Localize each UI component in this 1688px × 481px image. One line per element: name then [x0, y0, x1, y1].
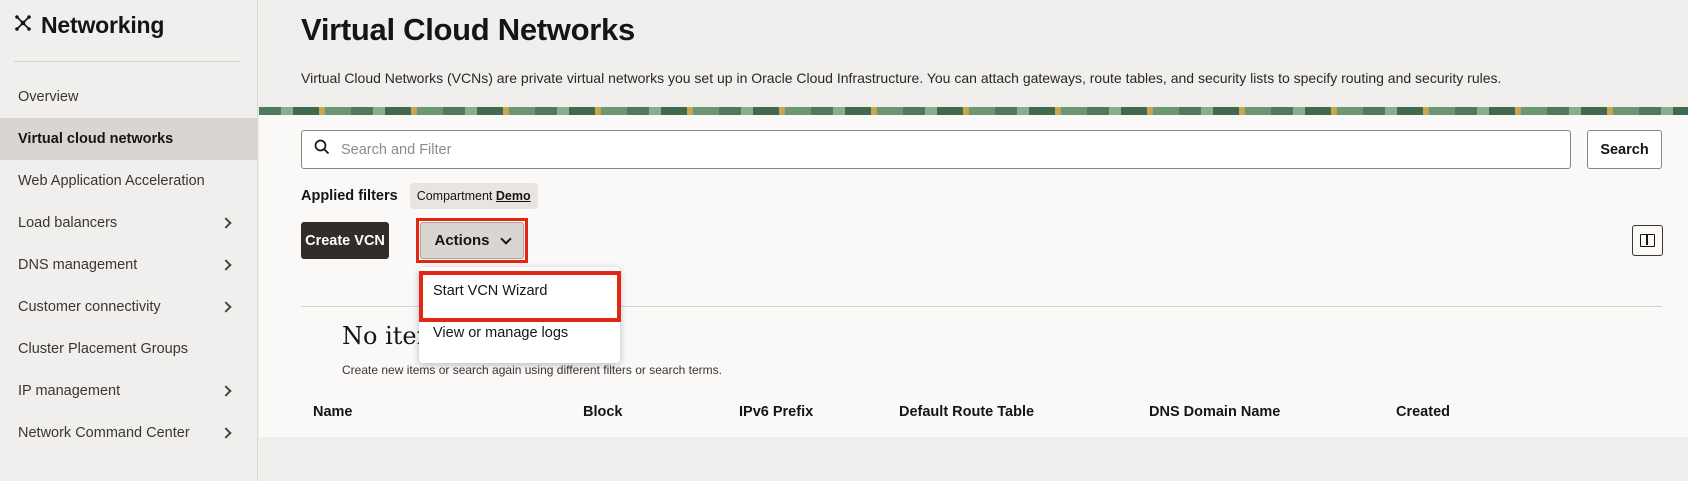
search-button[interactable]: Search: [1587, 130, 1662, 169]
chevron-right-icon: [220, 427, 232, 439]
chevron-right-icon: [220, 301, 232, 313]
actions-button[interactable]: Actions: [420, 222, 524, 259]
sidebar-nav: Overview Virtual cloud networks Web Appl…: [0, 76, 258, 454]
sidebar-item-label: Virtual cloud networks: [18, 131, 174, 147]
empty-state-subtitle: Create new items or search again using d…: [342, 363, 722, 377]
sidebar-divider: [14, 61, 240, 62]
column-header-created[interactable]: Created: [1396, 404, 1450, 420]
sidebar-item-virtual-cloud-networks[interactable]: Virtual cloud networks: [0, 118, 258, 160]
applied-filters-label: Applied filters: [301, 188, 398, 204]
column-header-dns-domain-name[interactable]: DNS Domain Name: [1149, 404, 1280, 420]
column-header-ipv4-cidr-block[interactable]: Block: [583, 404, 623, 420]
sidebar-brand[interactable]: Networking: [14, 12, 164, 39]
page-title: Virtual Cloud Networks: [301, 12, 635, 47]
sidebar-item-label: Network Command Center: [18, 425, 190, 441]
menu-item-highlight-outline: [419, 271, 621, 322]
sidebar-item-label: Cluster Placement Groups: [18, 341, 189, 357]
sidebar-item-label: Customer connectivity: [18, 299, 161, 315]
column-header-default-route-table[interactable]: Default Route Table: [899, 404, 1034, 420]
column-header-name[interactable]: Name: [313, 404, 353, 420]
search-input[interactable]: [341, 141, 1541, 158]
sidebar-title: Networking: [41, 12, 165, 38]
sidebar-item-ip-management[interactable]: IP management: [0, 370, 258, 412]
search-icon: [314, 139, 330, 160]
sidebar-item-dns-management[interactable]: DNS management: [0, 244, 258, 286]
sidebar-item-overview[interactable]: Overview: [0, 76, 258, 118]
filter-chip-value[interactable]: Demo: [496, 189, 531, 203]
actions-button-label: Actions: [434, 232, 490, 249]
network-icon: [14, 14, 32, 37]
applied-filters: Applied filters Compartment Demo: [301, 183, 538, 209]
create-vcn-button[interactable]: Create VCN: [301, 222, 389, 259]
sidebar-item-label: DNS management: [18, 257, 138, 273]
sidebar-item-network-command-center[interactable]: Network Command Center: [0, 412, 258, 454]
sidebar-item-label: Overview: [18, 89, 79, 105]
filter-chip-compartment[interactable]: Compartment Demo: [409, 183, 538, 209]
sidebar-item-web-application-acceleration[interactable]: Web Application Acceleration: [0, 160, 258, 202]
sidebar-item-customer-connectivity[interactable]: Customer connectivity: [0, 286, 258, 328]
sidebar-item-label: Load balancers: [18, 215, 118, 231]
columns-icon: [1640, 234, 1655, 247]
sidebar-item-cluster-placement-groups[interactable]: Cluster Placement Groups: [0, 328, 258, 370]
sidebar-item-label: Web Application Acceleration: [18, 173, 205, 189]
column-layout-button[interactable]: [1632, 225, 1663, 256]
chevron-down-icon: [499, 232, 512, 245]
column-header-ipv6-prefix[interactable]: IPv6 Prefix: [739, 404, 813, 420]
sidebar: Networking Overview Virtual cloud networ…: [0, 0, 258, 481]
search-field[interactable]: [301, 130, 1571, 169]
page-description: Virtual Cloud Networks (VCNs) are privat…: [301, 70, 1502, 86]
chevron-right-icon: [220, 259, 232, 271]
sidebar-item-load-balancers[interactable]: Load balancers: [0, 202, 258, 244]
page-footer-area: [259, 437, 1688, 481]
chevron-right-icon: [220, 217, 232, 229]
decorative-banner: [259, 107, 1688, 115]
sidebar-item-label: IP management: [18, 383, 121, 399]
chevron-right-icon: [220, 385, 232, 397]
filter-chip-key: Compartment: [416, 189, 493, 203]
